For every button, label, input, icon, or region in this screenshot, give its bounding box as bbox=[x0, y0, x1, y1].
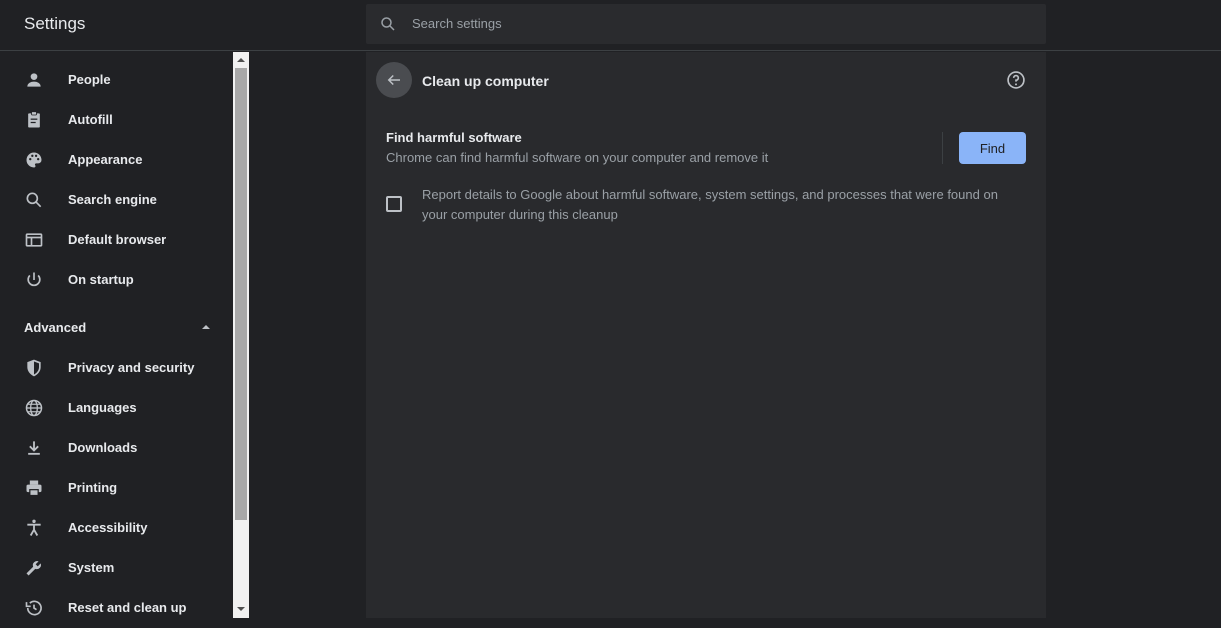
sidebar-item-printing[interactable]: Printing bbox=[0, 468, 233, 508]
sidebar-item-system[interactable]: System bbox=[0, 548, 233, 588]
search-placeholder: Search settings bbox=[412, 16, 502, 31]
sidebar-item-label: People bbox=[68, 72, 111, 87]
sidebar-item-on-startup[interactable]: On startup bbox=[0, 260, 233, 300]
report-details-checkbox[interactable] bbox=[386, 196, 402, 212]
page-title: Clean up computer bbox=[422, 73, 549, 89]
sidebar-item-search-engine[interactable]: Search engine bbox=[0, 180, 233, 220]
sidebar-item-label: Languages bbox=[68, 400, 137, 415]
sidebar-item-reset-clean-up[interactable]: Reset and clean up bbox=[0, 588, 233, 628]
find-harmful-software-description: Chrome can find harmful software on your… bbox=[386, 150, 769, 165]
accessibility-icon bbox=[27, 519, 41, 536]
find-button[interactable]: Find bbox=[959, 132, 1026, 164]
scroll-up-arrow-icon[interactable] bbox=[237, 57, 245, 63]
advanced-section-toggle[interactable]: Advanced bbox=[24, 320, 86, 335]
main-panel: Clean up computer Find harmful software … bbox=[366, 52, 1046, 618]
sidebar-item-languages[interactable]: Languages bbox=[0, 388, 233, 428]
sidebar-item-label: Reset and clean up bbox=[68, 600, 187, 615]
find-harmful-software-title: Find harmful software bbox=[386, 130, 522, 145]
sidebar-item-downloads[interactable]: Downloads bbox=[0, 428, 233, 468]
sidebar-item-label: Privacy and security bbox=[68, 360, 195, 375]
search-input[interactable]: Search settings bbox=[366, 4, 1046, 44]
sidebar-item-people[interactable]: People bbox=[0, 60, 233, 100]
sidebar-item-label: Downloads bbox=[68, 440, 138, 455]
app-title: Settings bbox=[24, 14, 86, 33]
sidebar-item-label: Printing bbox=[68, 480, 118, 495]
search-icon bbox=[381, 17, 395, 31]
wrench-icon bbox=[26, 561, 41, 576]
chevron-up-icon[interactable] bbox=[200, 323, 212, 331]
scrollbar-thumb[interactable] bbox=[235, 68, 247, 520]
search-icon bbox=[26, 192, 42, 208]
sidebar-item-default-browser[interactable]: Default browser bbox=[0, 220, 233, 260]
globe-icon bbox=[25, 399, 43, 417]
palette-icon bbox=[26, 152, 42, 168]
clipboard-icon bbox=[28, 111, 40, 128]
scroll-down-arrow-icon[interactable] bbox=[237, 606, 245, 612]
sidebar-item-accessibility[interactable]: Accessibility bbox=[0, 508, 233, 548]
report-details-label[interactable]: Report details to Google about harmful s… bbox=[422, 185, 1022, 225]
header: Settings Search settings bbox=[0, 0, 1221, 51]
back-button[interactable] bbox=[376, 62, 412, 98]
sidebar-item-autofill[interactable]: Autofill bbox=[0, 100, 233, 140]
arrow-back-icon bbox=[387, 74, 400, 86]
sidebar-item-label: On startup bbox=[68, 272, 134, 287]
sidebar-item-appearance[interactable]: Appearance bbox=[0, 140, 233, 180]
sidebar-scrollbar[interactable] bbox=[233, 52, 249, 618]
sidebar-item-label: Autofill bbox=[68, 112, 113, 127]
download-icon bbox=[28, 441, 40, 455]
browser-icon bbox=[25, 233, 43, 247]
sidebar-item-privacy-security[interactable]: Privacy and security bbox=[0, 348, 233, 388]
sidebar-item-label: Accessibility bbox=[68, 520, 148, 535]
shield-icon bbox=[27, 359, 41, 377]
sidebar-item-label: System bbox=[68, 560, 115, 575]
divider bbox=[942, 132, 943, 164]
sidebar-item-label: Search engine bbox=[68, 192, 157, 207]
help-icon[interactable] bbox=[1006, 70, 1026, 90]
power-icon bbox=[27, 272, 41, 287]
printer-icon bbox=[26, 480, 42, 497]
history-icon bbox=[25, 600, 42, 616]
person-icon bbox=[27, 73, 41, 87]
sidebar: People Autofill Appearance Search engine bbox=[0, 52, 233, 618]
sidebar-item-label: Appearance bbox=[68, 152, 143, 167]
sidebar-item-label: Default browser bbox=[68, 232, 167, 247]
